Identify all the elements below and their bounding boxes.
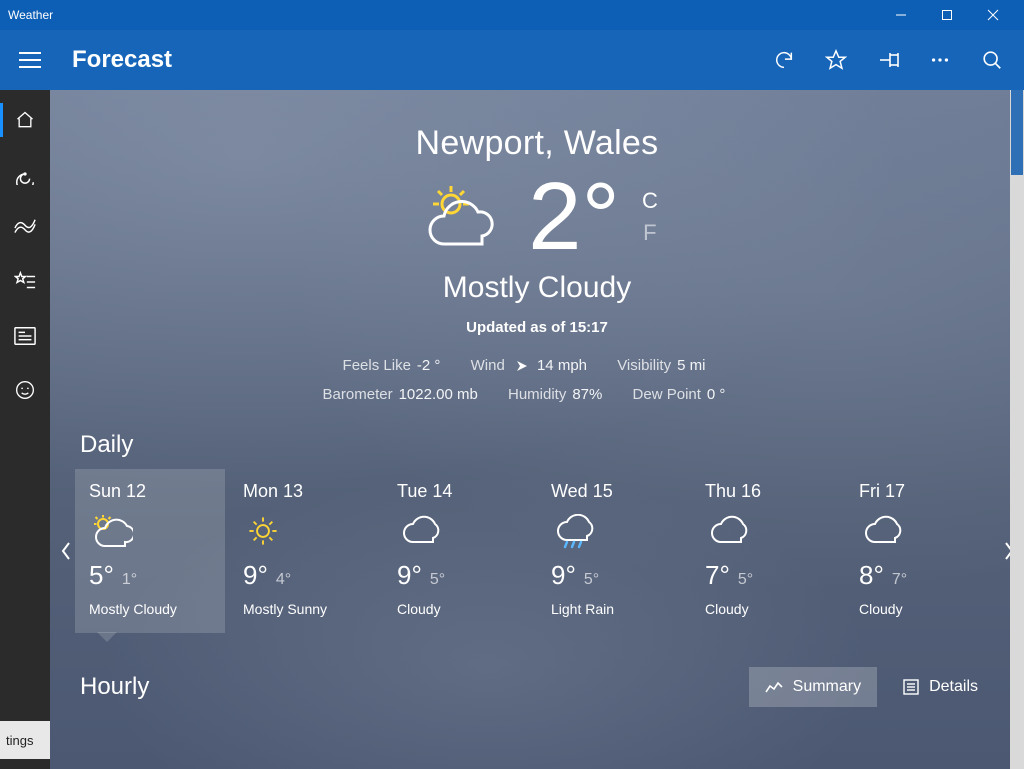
favorite-button[interactable] xyxy=(810,36,862,84)
daily-forecast-list: Sun 12 5° 1° Mostly Cloudy Mon 13 9° 4° Mostly … xyxy=(75,469,999,633)
day-label: Thu 16 xyxy=(705,481,827,502)
hamburger-button[interactable] xyxy=(6,36,54,84)
content-area: Newport, Wales 2° C xyxy=(50,90,1024,769)
maximize-button[interactable] xyxy=(924,0,970,30)
sidebar-item-feedback[interactable] xyxy=(0,365,50,415)
high-temp: 8° xyxy=(859,560,884,590)
location-title: Newport, Wales xyxy=(50,124,1024,163)
current-temperature: 2° xyxy=(528,169,620,265)
day-label: Sun 12 xyxy=(89,481,211,502)
condition-text: Cloudy xyxy=(397,601,519,617)
sidebar: tings xyxy=(0,90,50,769)
sunny-icon xyxy=(243,514,365,548)
low-temp: 4° xyxy=(276,571,291,588)
low-temp: 1° xyxy=(122,571,137,588)
sidebar-item-favorites[interactable] xyxy=(0,257,50,307)
high-temp: 9° xyxy=(243,560,268,590)
high-temp: 7° xyxy=(705,560,730,590)
low-temp: 5° xyxy=(430,571,445,588)
cloudy-icon xyxy=(859,514,981,548)
low-temp: 5° xyxy=(584,571,599,588)
condition-text: Light Rain xyxy=(551,601,673,617)
partly-cloudy-icon xyxy=(416,182,506,252)
cloudy-icon xyxy=(397,514,519,548)
daily-card[interactable]: Tue 14 9° 5° Cloudy xyxy=(383,469,533,633)
rain-icon xyxy=(551,514,673,548)
minimize-button[interactable] xyxy=(878,0,924,30)
window-title: Weather xyxy=(8,8,878,22)
sidebar-item-radar[interactable] xyxy=(0,149,50,199)
summary-icon xyxy=(765,680,783,694)
refresh-button[interactable] xyxy=(758,36,810,84)
window-controls xyxy=(878,0,1016,30)
high-temp: 9° xyxy=(397,560,422,590)
unit-celsius[interactable]: C xyxy=(642,188,658,214)
high-temp: 5° xyxy=(89,560,114,590)
details-icon xyxy=(903,679,919,695)
pin-button[interactable] xyxy=(862,36,914,84)
day-label: Wed 15 xyxy=(551,481,673,502)
current-conditions: Newport, Wales 2° C xyxy=(50,90,1024,409)
search-button[interactable] xyxy=(966,36,1018,84)
low-temp: 5° xyxy=(738,571,753,588)
unit-fahrenheit[interactable]: F xyxy=(642,220,658,246)
cloudy-icon xyxy=(705,514,827,548)
settings-label-partial: tings xyxy=(6,733,33,748)
current-description: Mostly Cloudy xyxy=(50,271,1024,305)
command-bar: Forecast xyxy=(0,30,1024,90)
hourly-summary-tab[interactable]: Summary xyxy=(749,667,877,707)
sidebar-item-history[interactable] xyxy=(0,203,50,253)
metrics-row-1: Feels Like-2 ° Wind 14 mph Visibility5 m… xyxy=(50,352,1024,381)
daily-prev-button[interactable] xyxy=(56,479,75,624)
title-bar: Weather xyxy=(0,0,1024,30)
condition-text: Mostly Sunny xyxy=(243,601,365,617)
condition-text: Cloudy xyxy=(705,601,827,617)
updated-time: Updated as of 15:17 xyxy=(50,319,1024,336)
condition-text: Mostly Cloudy xyxy=(89,601,211,617)
day-label: Fri 17 xyxy=(859,481,981,502)
partly-cloudy-icon xyxy=(89,514,211,548)
daily-card[interactable]: Thu 16 7° 5° Cloudy xyxy=(691,469,841,633)
hourly-section-title: Hourly xyxy=(80,673,149,701)
page-title: Forecast xyxy=(72,46,172,74)
day-label: Mon 13 xyxy=(243,481,365,502)
daily-card[interactable]: Wed 15 9° 5° Light Rain xyxy=(537,469,687,633)
daily-card[interactable]: Mon 13 9° 4° Mostly Sunny xyxy=(229,469,379,633)
daily-card[interactable]: Sun 12 5° 1° Mostly Cloudy xyxy=(75,469,225,633)
hourly-details-tab[interactable]: Details xyxy=(887,667,994,707)
wind-direction-icon xyxy=(515,359,529,373)
sidebar-item-settings[interactable]: tings xyxy=(0,721,50,759)
daily-section-title: Daily xyxy=(80,431,1024,459)
low-temp: 7° xyxy=(892,571,907,588)
sidebar-item-home[interactable] xyxy=(0,95,50,145)
scrollbar[interactable] xyxy=(1010,90,1024,769)
more-button[interactable] xyxy=(914,36,966,84)
high-temp: 9° xyxy=(551,560,576,590)
scrollbar-thumb[interactable] xyxy=(1011,90,1023,175)
sidebar-item-news[interactable] xyxy=(0,311,50,361)
condition-text: Cloudy xyxy=(859,601,981,617)
day-label: Tue 14 xyxy=(397,481,519,502)
hourly-summary-label: Summary xyxy=(793,678,861,696)
metrics-row-2: Barometer1022.00 mb Humidity87% Dew Poin… xyxy=(50,381,1024,410)
hourly-details-label: Details xyxy=(929,678,978,696)
close-button[interactable] xyxy=(970,0,1016,30)
daily-card[interactable]: Fri 17 8° 7° Cloudy xyxy=(845,469,995,633)
